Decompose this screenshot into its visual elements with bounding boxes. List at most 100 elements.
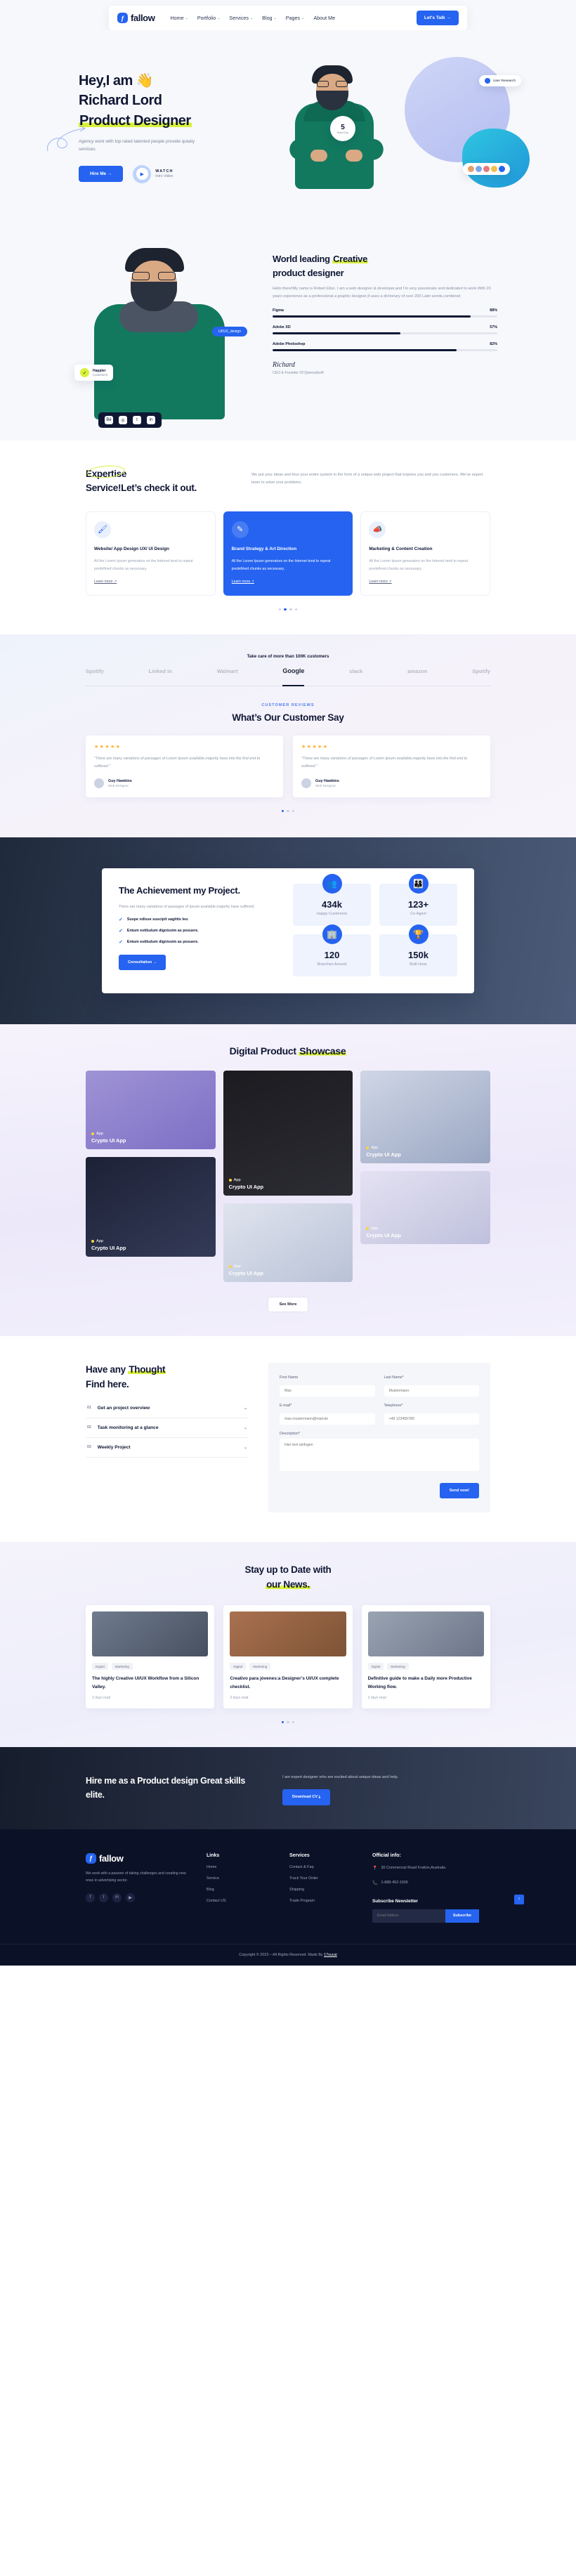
achievement-bullet: ✓ Entum estibulum dignissim as posuere. [119, 928, 277, 934]
first-name-input[interactable] [280, 1385, 375, 1397]
footer-link-service[interactable]: Service [207, 1876, 274, 1881]
carousel-dot[interactable] [294, 608, 298, 611]
blog-tag[interactable]: Marketing [249, 1663, 271, 1671]
carousel-dot[interactable] [287, 809, 289, 813]
faq-heading-pre: Have any [86, 1364, 129, 1375]
chevron-down-icon: ⌄ [273, 15, 277, 20]
expertise-card-website-app-design[interactable]: 🖌 Website/ App Design UX/ UI Design All … [86, 511, 216, 596]
email-input[interactable] [280, 1413, 375, 1425]
hire-me-button[interactable]: Hire Me → [79, 166, 124, 183]
showcase-item[interactable]: App Crypto UI App [223, 1071, 353, 1196]
dribbble-icon[interactable]: ◎ [119, 416, 127, 424]
credit-link[interactable]: 17sucai [324, 1953, 337, 1957]
brand-logo[interactable]: ƒ fallow [117, 13, 155, 23]
expertise-card-marketing-content[interactable]: 📣 Marketing & Content Creation All the L… [360, 511, 491, 596]
blog-tag[interactable]: Digital [92, 1663, 108, 1671]
phone-text[interactable]: 1-888-452-1505 [381, 1880, 407, 1888]
subscribe-button[interactable]: Subscribe [445, 1909, 479, 1923]
nav-item-blog[interactable]: Blog ⌄ [262, 15, 277, 21]
showcase-item[interactable]: App Crypto UI App [86, 1071, 216, 1150]
learn-more-link[interactable]: Learn more ↗ [94, 580, 117, 584]
footer-link-contact-faq[interactable]: Contact & Faq [289, 1865, 357, 1869]
telephone-input[interactable] [384, 1413, 479, 1425]
showcase-item[interactable]: App Crypto UI App [360, 1171, 491, 1245]
blog-card[interactable]: Digital Marketing Definitive guide to mak… [361, 1605, 490, 1708]
showcase-item[interactable]: App Crypto UI App [86, 1157, 216, 1257]
twitter-icon[interactable]: t [133, 416, 141, 424]
achievement-card: The Achievement my Project. There are ma… [102, 868, 474, 994]
nav-item-home[interactable]: Home ⌄ [170, 15, 188, 21]
description-textarea[interactable] [280, 1439, 479, 1472]
footer-link-shipping[interactable]: Shipping [289, 1888, 357, 1892]
brand-logo-walmart[interactable]: Walmart [217, 668, 238, 679]
linkedin-icon[interactable]: in [147, 416, 155, 424]
nav-item-about-me[interactable]: About Me [313, 15, 335, 21]
about-heading-pre: World leading [273, 254, 333, 264]
carousel-dot[interactable] [278, 608, 282, 611]
lets-talk-button[interactable]: Let's Talk → [416, 11, 459, 25]
reviews-heading: What’s Our Customer Say [232, 712, 344, 724]
nav-label: About Me [313, 15, 336, 21]
footer-link-trade-program[interactable]: Trade Program [289, 1899, 357, 1903]
nav-item-pages[interactable]: Pages ⌄ [286, 15, 305, 21]
facebook-icon[interactable]: f [86, 1892, 95, 1902]
blog-tag[interactable]: Marketing [111, 1663, 133, 1671]
carousel-dot[interactable] [292, 1720, 295, 1724]
consultation-button[interactable]: Consultation → [119, 954, 166, 970]
expertise-card-brand-strategy[interactable]: ✎ Brand Strategy & Art Direction All the… [223, 511, 353, 596]
blog-tag[interactable]: Digital [230, 1663, 247, 1671]
faq-row-01[interactable]: 01 Get an project overview ⌄ [86, 1399, 249, 1418]
blog-tag[interactable]: Marketing [387, 1663, 409, 1671]
brand-logo-slack[interactable]: slack [349, 668, 362, 679]
user-research-chip: User Research [479, 75, 521, 86]
last-name-input[interactable] [384, 1385, 479, 1397]
blog-card[interactable]: Digital Marketing Creativo para jóvenes:a… [223, 1605, 353, 1708]
email-label: E-mail* [280, 1404, 292, 1408]
footer-link-blog[interactable]: Blog [207, 1888, 274, 1892]
download-cv-button[interactable]: Download CV ⤓ [282, 1789, 331, 1805]
brand-logo-spotify[interactable]: Spotify [86, 668, 104, 679]
see-more-button[interactable]: See More [267, 1297, 309, 1313]
footer-link-home[interactable]: Home [207, 1865, 274, 1869]
carousel-dot[interactable] [289, 608, 292, 611]
stat-label: Built Hose [410, 962, 427, 967]
blog-read-time: 3 days read [92, 1695, 111, 1700]
nav-item-portfolio[interactable]: Portfolio ⌄ [197, 15, 221, 21]
faq-row-03[interactable]: 03 Weekly Project ⌄ [86, 1438, 249, 1458]
blog-tag[interactable]: Digital [367, 1663, 384, 1671]
brand-logo-spotify-2[interactable]: Spotify [472, 668, 490, 679]
brand-logo-google[interactable]: Google [282, 667, 305, 686]
watch-intro-video[interactable]: ▶ WATCH Intro Video [133, 164, 173, 183]
blog-card[interactable]: Digital Marketing The highly Creative UI/… [86, 1605, 215, 1708]
youtube-icon[interactable]: ▶ [126, 1892, 135, 1902]
showcase-item[interactable]: App Crypto UI App [360, 1071, 491, 1164]
item-title: Crypto UI App [366, 1151, 401, 1158]
hero-section: Hey,I am 👋 Richard Lord Product Designer… [0, 30, 576, 227]
newsletter-email-input[interactable] [372, 1909, 445, 1923]
review-author: Guy Hawkins Web Designer [301, 778, 482, 788]
footer-link-track-order[interactable]: Track Your Order [289, 1876, 357, 1881]
learn-more-link[interactable]: Learn more ↗ [369, 580, 391, 584]
footer-logo[interactable]: ƒ fallow [86, 1852, 191, 1864]
carousel-dot[interactable] [287, 1720, 289, 1724]
copyright-bar: Copyright © 2023 – All Rights Reserved. … [0, 1943, 576, 1966]
back-to-top-button[interactable]: ↑ [514, 1894, 524, 1904]
faq-row-02[interactable]: 02 Task monitoring at a glance ⌄ [86, 1418, 249, 1438]
learn-more-link[interactable]: Learn more ↗ [232, 580, 254, 584]
instagram-icon[interactable]: in [112, 1892, 122, 1902]
showcase-item[interactable]: App Crypto UI App [223, 1203, 353, 1283]
behance-icon[interactable]: Bē [105, 416, 113, 424]
brand-logo-linkedin[interactable]: Linked in [149, 668, 172, 679]
carousel-dot-active[interactable] [281, 809, 284, 813]
send-now-button[interactable]: Send now! [439, 1483, 479, 1499]
carousel-dot-active[interactable] [281, 1720, 284, 1724]
footer-info-column: Official info: 📍 30 Commercial Road Fratt… [372, 1853, 490, 1923]
carousel-dot[interactable] [292, 809, 295, 813]
brand-logo-amazon[interactable]: amazon [407, 668, 427, 679]
carousel-dot-active[interactable] [284, 608, 287, 611]
footer-link-contact[interactable]: Contact US [207, 1899, 274, 1903]
logo-icon: ƒ [86, 1852, 96, 1864]
footer-phone: 📞 1-888-452-1505 [372, 1880, 490, 1888]
twitter-icon[interactable]: t [99, 1892, 108, 1902]
nav-item-services[interactable]: Services ⌄ [229, 15, 253, 21]
